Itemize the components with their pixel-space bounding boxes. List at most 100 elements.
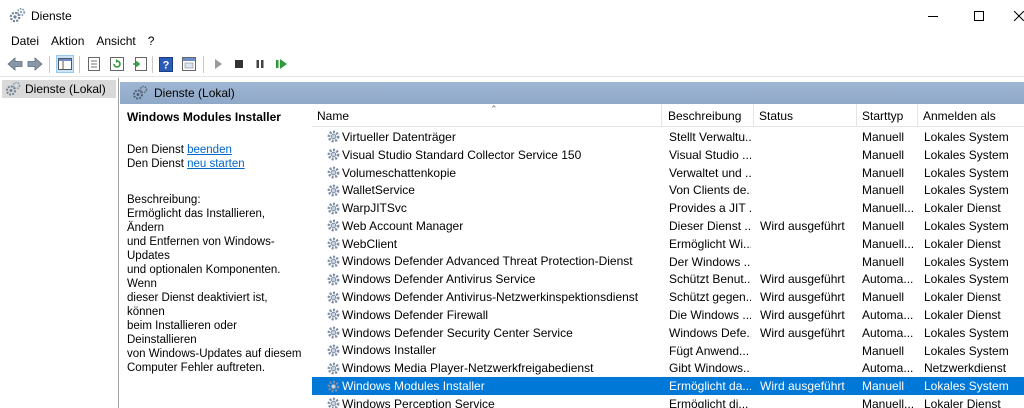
table-row[interactable]: Virtueller Datenträger Stellt Verwaltu...… <box>312 128 1024 146</box>
table-row[interactable]: WalletService Von Clients de... Manuell Lok… <box>312 181 1024 199</box>
menu-help[interactable]: ? <box>142 31 161 51</box>
cell-description: Windows Defe... <box>669 325 751 340</box>
cell-description: Gibt Windows... <box>669 361 751 376</box>
cell-status: Wird ausgeführt <box>760 290 845 305</box>
show-tree-icon[interactable] <box>56 55 74 73</box>
service-gear-icon <box>326 361 341 376</box>
properties-icon[interactable] <box>85 55 103 73</box>
service-gear-icon <box>326 236 341 251</box>
column-header-log-on-as[interactable]: Anmelden als <box>918 104 1024 127</box>
menu-aktion[interactable]: Aktion <box>45 31 90 51</box>
service-gear-icon <box>326 290 341 305</box>
stop-service-icon[interactable] <box>230 55 248 73</box>
help-icon[interactable]: ? <box>157 55 175 73</box>
cell-log-on-as: Lokales System <box>924 343 1009 358</box>
cell-status <box>760 181 858 199</box>
tree-item-services-local[interactable]: Dienste (Lokal) <box>2 80 116 98</box>
cell-startup-type: Manuell <box>862 379 905 394</box>
table-row[interactable]: Visual Studio Standard Collector Service… <box>312 146 1024 164</box>
table-body: Virtueller Datenträger Stellt Verwaltu...… <box>312 128 1024 408</box>
refresh-icon[interactable] <box>108 55 126 73</box>
cell-startup-type: Manuell... <box>862 236 915 251</box>
back-arrow-icon[interactable] <box>6 55 24 73</box>
description-label: Beschreibung: <box>127 194 201 206</box>
table-row[interactable]: Windows Defender Security Center Service… <box>312 324 1024 342</box>
table-row[interactable]: Volumeschattenkopie Verwaltet und ... Manu… <box>312 164 1024 182</box>
cell-status <box>760 395 858 408</box>
cell-description: Schützt Benut... <box>669 272 751 287</box>
service-gear-icon <box>326 147 341 162</box>
cell-description: Schützt gegen... <box>669 290 751 305</box>
cell-log-on-as: Lokales System <box>924 325 1009 340</box>
pane-header: Dienste (Lokal) <box>120 82 1024 104</box>
cell-startup-type: Manuell <box>862 343 905 358</box>
table-row[interactable]: Windows Media Player-Netzwerkfreigabedie… <box>312 359 1024 377</box>
cell-description: Verwaltet und ... <box>669 165 751 180</box>
restart-service-icon[interactable] <box>273 55 291 73</box>
menu-ansicht[interactable]: Ansicht <box>90 31 141 51</box>
cell-log-on-as: Lokaler Dienst <box>924 201 1001 216</box>
cell-startup-type: Manuell <box>862 218 905 233</box>
table-row[interactable]: Windows Installer Fügt Anwend... Manuell Lo… <box>312 342 1024 360</box>
service-gear-icon <box>326 254 341 269</box>
cell-log-on-as: Lokales System <box>924 183 1009 198</box>
cell-description: Stellt Verwaltu... <box>669 130 751 144</box>
title-bar: Dienste <box>0 0 1024 31</box>
export-list-icon[interactable] <box>131 55 149 73</box>
services-gear-icon <box>9 7 26 27</box>
toolbar: ? <box>0 52 1024 77</box>
table-row[interactable]: Windows Defender Firewall Die Windows ...… <box>312 306 1024 324</box>
column-header-description[interactable]: Beschreibung <box>663 104 754 127</box>
maximize-button[interactable] <box>956 0 1002 31</box>
service-gear-icon <box>326 129 341 144</box>
stop-service-link[interactable]: beenden <box>187 144 232 156</box>
forward-arrow-icon[interactable] <box>26 55 44 73</box>
cell-status <box>760 164 858 182</box>
cell-log-on-as: Lokales System <box>924 272 1009 287</box>
restart-service-line: Den Dienst neu starten <box>127 158 245 170</box>
cell-startup-type: Automa... <box>862 361 914 376</box>
cell-log-on-as: Lokaler Dienst <box>924 307 1001 322</box>
cell-name: Windows Installer <box>326 342 661 360</box>
cell-status: Wird ausgeführt <box>760 307 845 322</box>
console-icon[interactable] <box>180 55 198 73</box>
cell-status: Wird ausgeführt <box>760 325 845 340</box>
table-row[interactable]: Web Account Manager Dieser Dienst ... Wird… <box>312 217 1024 235</box>
pane-header-title: Dienste (Lokal) <box>154 86 235 100</box>
column-header-name[interactable]: Name <box>312 104 662 127</box>
cell-startup-type: Manuell <box>862 147 905 162</box>
console-tree: Dienste (Lokal) <box>0 78 119 408</box>
services-pane: Dienste (Lokal) Windows Modules Installe… <box>120 78 1024 408</box>
cell-name: Windows Media Player-Netzwerkfreigabedie… <box>326 359 661 377</box>
cell-name: Visual Studio Standard Collector Service… <box>326 146 661 164</box>
cell-startup-type: Manuell <box>862 130 905 144</box>
table-row[interactable]: WarpJITSvc Provides a JIT ... Manuell... Lo… <box>312 199 1024 217</box>
services-gear-icon <box>133 85 148 100</box>
table-row[interactable]: WebClient Ermöglicht Wi... Manuell... Lokal… <box>312 235 1024 253</box>
cell-log-on-as: Lokales System <box>924 147 1009 162</box>
table-row[interactable]: Windows Modules Installer Ermöglicht da..… <box>312 377 1024 395</box>
close-button[interactable] <box>1002 0 1024 31</box>
cell-description: Fügt Anwend... <box>669 343 750 358</box>
stop-service-line: Den Dienst beenden <box>127 144 232 156</box>
restart-service-link[interactable]: neu starten <box>187 158 245 170</box>
column-header-startup-type[interactable]: Starttyp <box>857 104 918 127</box>
minimize-button[interactable] <box>910 0 956 31</box>
pause-service-icon[interactable] <box>251 55 269 73</box>
start-service-icon[interactable] <box>209 55 227 73</box>
cell-name: Virtueller Datenträger <box>326 128 661 146</box>
column-header-status[interactable]: Status <box>754 104 857 127</box>
cell-log-on-as: Lokaler Dienst <box>924 290 1001 305</box>
cell-name: Windows Perception Service <box>326 395 661 408</box>
table-row[interactable]: Windows Perception Service Ermöglicht di.… <box>312 395 1024 408</box>
table-row[interactable]: Windows Defender Antivirus Service Schütz… <box>312 270 1024 288</box>
sort-ascending-icon: ⌃ <box>490 104 498 114</box>
menu-datei[interactable]: Datei <box>5 31 45 51</box>
cell-description: Ermöglicht da... <box>669 379 751 394</box>
table-row[interactable]: Windows Defender Antivirus-Netzwerkinspe… <box>312 288 1024 306</box>
cell-name: Windows Defender Antivirus Service <box>326 270 661 288</box>
table-row[interactable]: Windows Defender Advanced Threat Protect… <box>312 253 1024 271</box>
cell-startup-type: Automa... <box>862 307 914 322</box>
cell-name: Windows Defender Advanced Threat Protect… <box>326 253 661 271</box>
cell-startup-type: Manuell... <box>862 201 915 216</box>
